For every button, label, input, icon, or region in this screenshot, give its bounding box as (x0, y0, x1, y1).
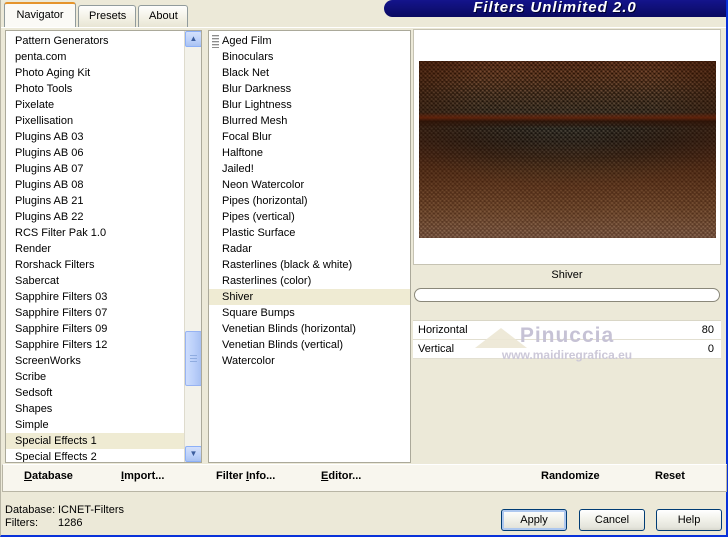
list-item[interactable]: Venetian Blinds (vertical) (209, 337, 410, 353)
toolbar-strip: Database Import... Filter Info... Editor… (2, 464, 727, 492)
scroll-up-icon[interactable]: ▲ (185, 31, 201, 47)
param-name: Horizontal (418, 324, 468, 336)
reset-button[interactable]: Reset (655, 470, 685, 482)
filters-value: 1286 (58, 517, 83, 529)
import-button[interactable]: Import... (121, 470, 164, 482)
list-item[interactable]: Pattern Generators (6, 33, 184, 49)
list-item[interactable]: Simple (6, 417, 184, 433)
editor-button[interactable]: Editor... (321, 470, 361, 482)
filter-info-button[interactable]: Filter Info... (216, 470, 275, 482)
category-list: Pattern Generators penta.com Photo Aging K… (6, 33, 184, 462)
database-button[interactable]: Database (24, 470, 73, 482)
list-item[interactable]: Plugins AB 06 (6, 145, 184, 161)
param-name: Vertical (418, 343, 455, 355)
list-item[interactable]: Aged Film (209, 33, 410, 49)
list-item[interactable]: Rorshack Filters (6, 257, 184, 273)
list-item[interactable]: Focal Blur (209, 129, 410, 145)
list-item[interactable]: Watercolor (209, 353, 410, 369)
list-item[interactable]: Special Effects 1 (6, 433, 184, 449)
list-item[interactable]: Square Bumps (209, 305, 410, 321)
app-title: Filters Unlimited 2.0 (473, 0, 637, 16)
list-item[interactable]: Venetian Blinds (horizontal) (209, 321, 410, 337)
list-item[interactable]: Radar (209, 241, 410, 257)
list-item[interactable]: Special Effects 2 (6, 449, 184, 462)
database-value: ICNET-Filters (58, 504, 124, 516)
list-item[interactable]: Sapphire Filters 12 (6, 337, 184, 353)
app-title-banner: Filters Unlimited 2.0 (384, 0, 726, 17)
help-button[interactable]: Help (656, 509, 722, 531)
list-item[interactable]: Plugins AB 03 (6, 129, 184, 145)
list-item[interactable]: Photo Aging Kit (6, 65, 184, 81)
list-item[interactable]: Sapphire Filters 03 (6, 289, 184, 305)
scrollbar-thumb[interactable] (185, 331, 201, 386)
param-row[interactable]: Horizontal 80 (413, 321, 721, 340)
tab-navigator[interactable]: Navigator (4, 2, 76, 27)
list-item[interactable]: ScreenWorks (6, 353, 184, 369)
apply-button[interactable]: Apply (501, 509, 567, 531)
list-item[interactable]: Plugins AB 21 (6, 193, 184, 209)
cancel-button[interactable]: Cancel (579, 509, 645, 531)
list-item[interactable]: Plugins AB 08 (6, 177, 184, 193)
list-item[interactable]: Halftone (209, 145, 410, 161)
list-item[interactable]: penta.com (6, 49, 184, 65)
list-item[interactable]: Black Net (209, 65, 410, 81)
filter-listbox: Aged Film Binoculars Black Net Blur Darknes… (208, 30, 411, 463)
list-item[interactable]: Plugins AB 07 (6, 161, 184, 177)
list-item[interactable]: Pipes (horizontal) (209, 193, 410, 209)
param-row[interactable]: Vertical 0 (413, 340, 721, 359)
list-item[interactable]: Pixelate (6, 97, 184, 113)
scroll-down-icon[interactable]: ▼ (185, 446, 201, 462)
list-item[interactable]: Binoculars (209, 49, 410, 65)
list-item[interactable]: Neon Watercolor (209, 177, 410, 193)
list-item[interactable]: Sapphire Filters 09 (6, 321, 184, 337)
tab-page-edge (1, 27, 726, 28)
list-item[interactable]: Blur Lightness (209, 97, 410, 113)
list-item[interactable]: Blurred Mesh (209, 113, 410, 129)
randomize-button[interactable]: Randomize (541, 470, 600, 482)
list-item[interactable]: Blur Darkness (209, 81, 410, 97)
list-item[interactable]: Shapes (6, 401, 184, 417)
database-label: Database: (5, 504, 56, 516)
parameter-rows: Horizontal 80 Vertical 0 (413, 320, 721, 359)
list-item[interactable]: Shiver (209, 289, 410, 305)
preview-image[interactable] (419, 61, 716, 238)
list-item[interactable]: Sabercat (6, 273, 184, 289)
list-item[interactable]: Sedsoft (6, 385, 184, 401)
list-item[interactable]: Scribe (6, 369, 184, 385)
category-listbox: Pattern Generators penta.com Photo Aging K… (5, 30, 202, 463)
filter-list: Aged Film Binoculars Black Net Blur Darknes… (209, 33, 410, 369)
filters-unlimited-dialog: { "window": { "title": "Filters Unlimite… (0, 0, 728, 537)
list-item[interactable]: Pipes (vertical) (209, 209, 410, 225)
category-scrollbar[interactable]: ▲ ▼ (184, 31, 201, 462)
list-item[interactable]: Rasterlines (color) (209, 273, 410, 289)
list-item[interactable]: Sapphire Filters 07 (6, 305, 184, 321)
preview-pane (413, 29, 721, 265)
list-item[interactable]: Plugins AB 22 (6, 209, 184, 225)
tab-about[interactable]: About (138, 5, 188, 27)
list-item[interactable]: Pixellisation (6, 113, 184, 129)
list-item[interactable]: Plastic Surface (209, 225, 410, 241)
param-value: 0 (707, 343, 714, 355)
status-area: Database: ICNET-Filters Filters: 1286 Ap… (1, 492, 726, 537)
list-item[interactable]: RCS Filter Pak 1.0 (6, 225, 184, 241)
list-item[interactable]: Render (6, 241, 184, 257)
filters-label: Filters: (5, 517, 38, 529)
list-item[interactable]: Photo Tools (6, 81, 184, 97)
current-filter-name: Shiver (551, 269, 583, 281)
progress-bar (414, 288, 720, 302)
param-value: 80 (701, 324, 714, 336)
tab-presets[interactable]: Presets (78, 5, 136, 27)
list-item[interactable]: Rasterlines (black & white) (209, 257, 410, 273)
list-item[interactable]: Jailed! (209, 161, 410, 177)
